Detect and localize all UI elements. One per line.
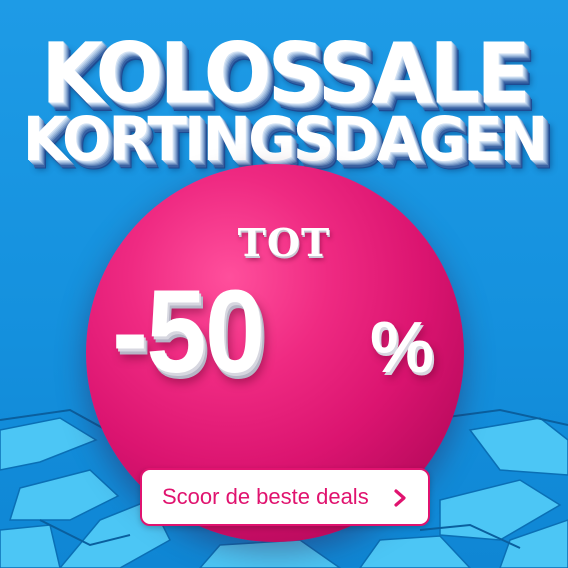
chevron-right-icon	[394, 489, 406, 507]
percent-sign: %	[370, 308, 435, 388]
discount-prefix: TOT	[237, 220, 331, 265]
deals-button-label: Scoor de beste deals	[162, 484, 369, 509]
discount-value: -50	[112, 266, 265, 398]
discount-amount: -50 %	[112, 272, 472, 402]
deals-button[interactable]: Scoor de beste deals	[140, 468, 430, 526]
promo-banner[interactable]: KOLOSSALE KORTINGSDAGEN TOT -50 % Scoor …	[0, 0, 568, 568]
headline-line-2: KORTINGSDAGEN	[22, 103, 549, 175]
